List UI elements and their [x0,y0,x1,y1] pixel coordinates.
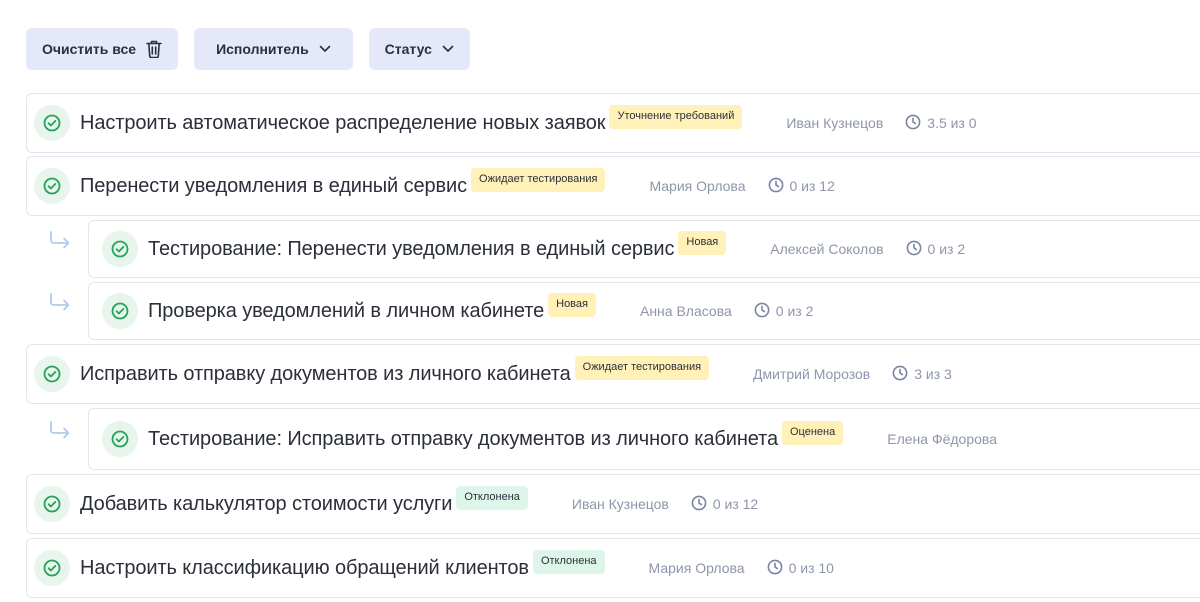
status-badge: Уточнение требований [609,105,743,129]
check-circle-icon[interactable] [34,550,70,586]
status-badge: Отклонена [532,550,605,574]
task-assignee: Елена Фёдорова [887,431,997,447]
status-filter-dropdown[interactable]: Статус [368,28,470,70]
task-title[interactable]: Тестирование: Исправить отправку докумен… [148,428,778,451]
assignee-filter-label: Исполнитель [216,41,309,57]
clock-icon [906,240,922,259]
clock-icon [767,559,783,578]
task-time: 0 из 2 [906,240,966,259]
task-assignee: Алексей Соколов [770,241,884,257]
status-filter-label: Статус [384,41,432,57]
subtask-row[interactable]: Тестирование: Исправить отправку докумен… [88,408,1200,470]
task-time: 3 из 3 [892,365,952,384]
task-row[interactable]: Настроить автоматическое распределение н… [26,93,1200,153]
task-title[interactable]: Проверка уведомлений в личном кабинете [148,300,544,323]
subtask-group: Проверка уведомлений в личном кабинете Н… [26,282,1200,340]
task-assignee: Мария Орлова [649,178,746,194]
status-badge: Новая [678,231,727,255]
task-title[interactable]: Перенести уведомления в единый сервис [80,175,467,198]
subtask-row[interactable]: Тестирование: Перенести уведомления в ед… [88,220,1200,278]
clear-all-button[interactable]: Очистить все [26,28,179,70]
clock-icon [691,495,707,514]
time-value: 0 из 2 [927,241,966,257]
status-badge: Ожидает тестирования [574,356,710,380]
clock-icon [892,365,908,384]
task-time: 0 из 12 [768,177,835,196]
task-title[interactable]: Исправить отправку документов из личного… [80,363,571,386]
task-time: 0 из 12 [691,495,758,514]
subtask-row[interactable]: Проверка уведомлений в личном кабинете Н… [88,282,1200,340]
task-list: Настроить автоматическое распределение н… [26,93,1200,602]
task-assignee: Иван Кузнецов [571,496,669,512]
filter-toolbar: Очистить все Исполнитель Статус [26,28,470,70]
status-badge: Новая [548,293,596,317]
task-assignee: Иван Кузнецов [786,115,884,131]
task-assignee: Дмитрий Морозов [753,366,871,382]
task-row[interactable]: Перенести уведомления в единый сервис Ож… [26,156,1200,216]
task-row[interactable]: Настроить классификацию обращений клиент… [26,538,1200,598]
subtask-arrow-icon [48,230,72,257]
task-title[interactable]: Добавить калькулятор стоимости услуги [80,493,452,516]
task-assignee: Мария Орлова [648,560,745,576]
task-time: 0 из 10 [767,559,834,578]
time-value: 3.5 из 0 [927,115,977,131]
check-circle-icon[interactable] [102,293,138,329]
task-assignee: Анна Власова [639,303,732,319]
task-title[interactable]: Настроить классификацию обращений клиент… [80,557,529,580]
task-title[interactable]: Настроить автоматическое распределение н… [80,112,606,135]
trash-icon [146,40,162,58]
time-value: 0 из 2 [775,303,814,319]
clock-icon [768,177,784,196]
task-time: 3.5 из 0 [905,114,977,133]
time-value: 0 из 12 [789,178,835,194]
clear-all-label: Очистить все [42,41,137,57]
status-badge: Оценена [782,421,844,445]
status-badge: Ожидает тестирования [471,168,606,192]
check-circle-icon[interactable] [34,105,70,141]
time-value: 3 из 3 [914,366,952,382]
task-row[interactable]: Добавить калькулятор стоимости услуги От… [26,474,1200,534]
time-value: 0 из 10 [788,560,834,576]
status-badge: Отклонена [456,486,528,510]
chevron-down-icon [442,45,454,53]
task-time: 0 из 2 [754,302,814,321]
subtask-group: Тестирование: Исправить отправку докумен… [26,408,1200,470]
assignee-filter-dropdown[interactable]: Исполнитель [194,28,353,70]
clock-icon [905,114,921,133]
subtask-group: Тестирование: Перенести уведомления в ед… [26,220,1200,278]
task-row[interactable]: Исправить отправку документов из личного… [26,344,1200,404]
chevron-down-icon [319,45,331,53]
check-circle-icon[interactable] [102,231,138,267]
time-value: 0 из 12 [712,496,759,512]
check-circle-icon[interactable] [34,168,70,204]
clock-icon [754,302,770,321]
check-circle-icon[interactable] [34,356,70,392]
check-circle-icon[interactable] [102,421,138,457]
task-title[interactable]: Тестирование: Перенести уведомления в ед… [148,238,675,261]
subtask-arrow-icon [48,420,72,447]
check-circle-icon[interactable] [34,486,70,522]
subtask-arrow-icon [48,292,72,319]
